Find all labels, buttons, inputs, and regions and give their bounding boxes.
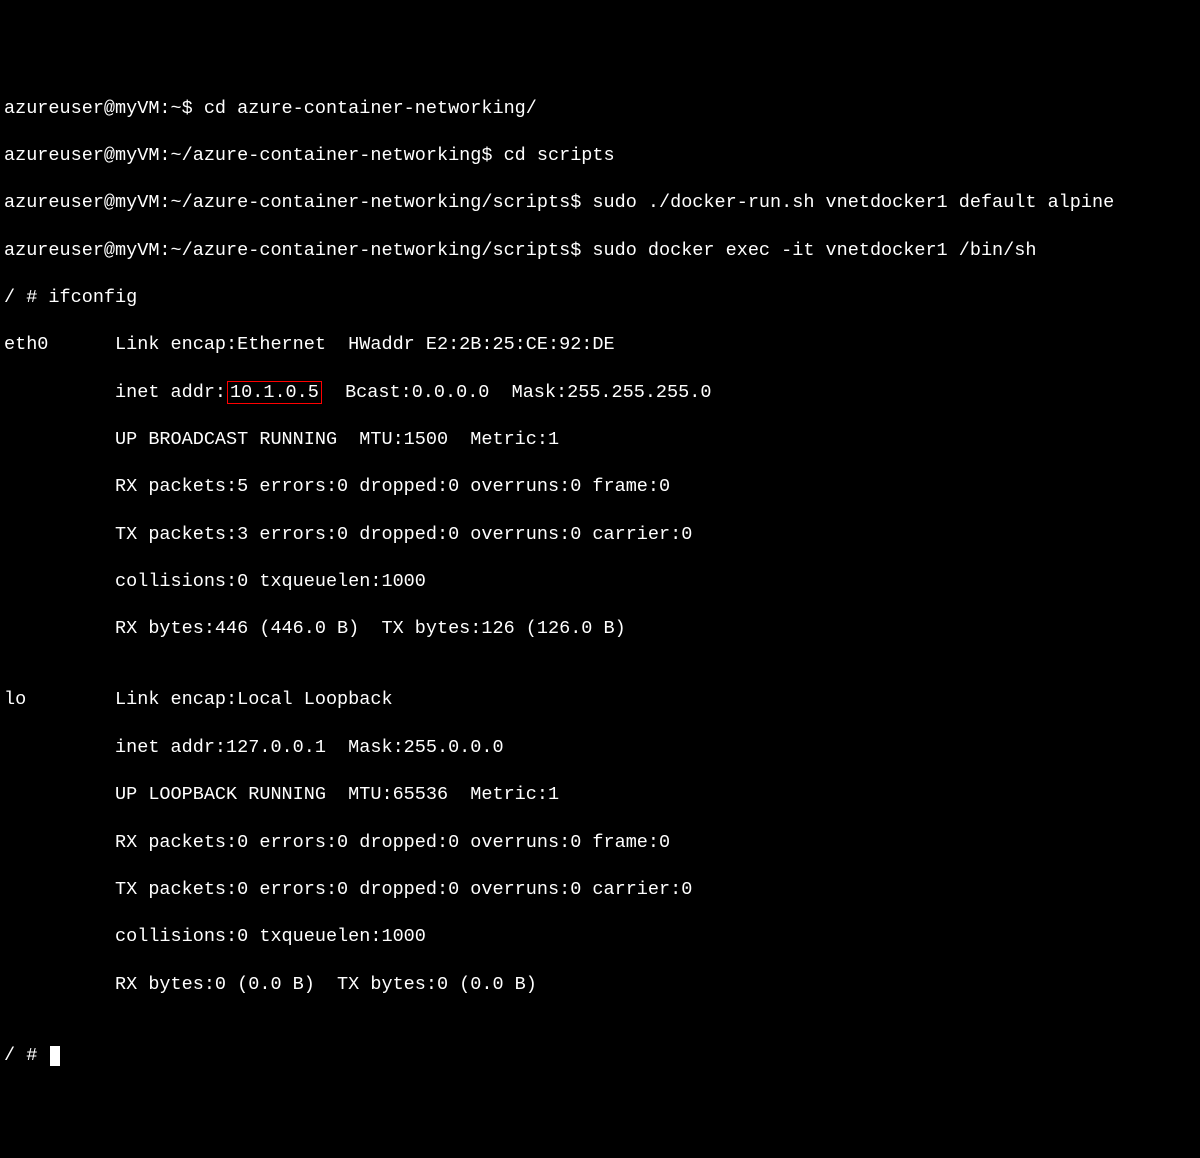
terminal-line-4: azureuser@myVM:~/azure-container-network… [4, 239, 1196, 263]
terminal-prompt-line[interactable]: / # [4, 1044, 1196, 1068]
terminal-line-1: azureuser@myVM:~$ cd azure-container-net… [4, 97, 1196, 121]
terminal-line-16: UP LOOPBACK RUNNING MTU:65536 Metric:1 [4, 783, 1196, 807]
terminal-line-18: TX packets:0 errors:0 dropped:0 overruns… [4, 878, 1196, 902]
inet-addr-prefix: inet addr: [4, 382, 226, 403]
terminal-line-19: collisions:0 txqueuelen:1000 [4, 925, 1196, 949]
ip-address-highlight: 10.1.0.5 [227, 381, 322, 404]
cursor-icon [50, 1046, 60, 1066]
terminal-line-12: RX bytes:446 (446.0 B) TX bytes:126 (126… [4, 617, 1196, 641]
terminal-line-9: RX packets:5 errors:0 dropped:0 overruns… [4, 475, 1196, 499]
terminal-line-3: azureuser@myVM:~/azure-container-network… [4, 191, 1196, 215]
terminal-line-6: eth0 Link encap:Ethernet HWaddr E2:2B:25… [4, 333, 1196, 357]
terminal-line-17: RX packets:0 errors:0 dropped:0 overruns… [4, 831, 1196, 855]
terminal-line-20: RX bytes:0 (0.0 B) TX bytes:0 (0.0 B) [4, 973, 1196, 997]
terminal-line-2: azureuser@myVM:~/azure-container-network… [4, 144, 1196, 168]
terminal-line-14: lo Link encap:Local Loopback [4, 688, 1196, 712]
terminal-line-5: / # ifconfig [4, 286, 1196, 310]
terminal-line-11: collisions:0 txqueuelen:1000 [4, 570, 1196, 594]
terminal-line-10: TX packets:3 errors:0 dropped:0 overruns… [4, 523, 1196, 547]
inet-addr-suffix: Bcast:0.0.0.0 Mask:255.255.255.0 [323, 382, 712, 403]
terminal-prompt: / # [4, 1045, 48, 1066]
terminal-line-15: inet addr:127.0.0.1 Mask:255.0.0.0 [4, 736, 1196, 760]
terminal-line-8: UP BROADCAST RUNNING MTU:1500 Metric:1 [4, 428, 1196, 452]
terminal-line-7: inet addr:10.1.0.5 Bcast:0.0.0.0 Mask:25… [4, 381, 1196, 405]
